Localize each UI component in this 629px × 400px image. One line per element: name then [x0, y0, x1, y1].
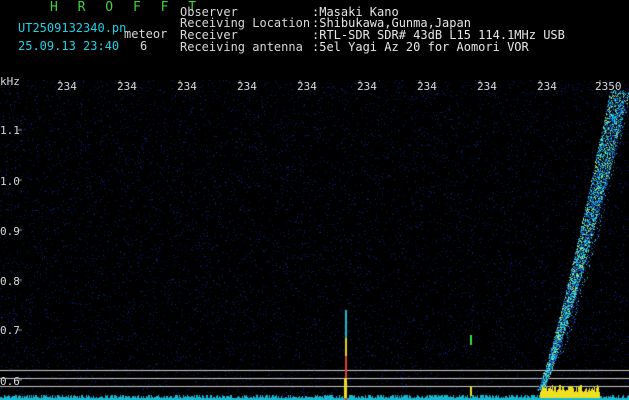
y-tick: 0.6: [0, 375, 20, 388]
antenna-label: Receiving antenna: [180, 40, 303, 54]
x-tick: 234: [477, 80, 497, 93]
x-tick: 234: [237, 80, 257, 93]
x-tick: 234: [357, 80, 377, 93]
antenna-value: :5el Yagi Az 20 for Aomori VOR: [312, 40, 529, 54]
y-tick: 0.7: [0, 324, 20, 337]
x-tick: 234: [57, 80, 77, 93]
y-tick: 1.1: [0, 124, 20, 137]
y-tick: 1.0: [0, 175, 20, 188]
x-tick: 234: [417, 80, 437, 93]
x-tick: 234: [117, 80, 137, 93]
x-tick: 234: [537, 80, 557, 93]
y-tick: 0.8: [0, 275, 20, 288]
event-count: 6: [140, 39, 148, 53]
spectrogram: [0, 80, 629, 400]
y-tick: 0.9: [0, 225, 20, 238]
hrofft-display: H R O F F T UT2509132340.pn meteor 25.09…: [0, 0, 629, 400]
x-tick: 234: [297, 80, 317, 93]
x-tick: 234: [177, 80, 197, 93]
date-time: 25.09.13 23:40: [18, 39, 120, 53]
y-axis-unit: kHz: [0, 75, 20, 88]
x-tick: 2350: [595, 80, 622, 93]
file-name: UT2509132340.pn: [18, 21, 127, 35]
